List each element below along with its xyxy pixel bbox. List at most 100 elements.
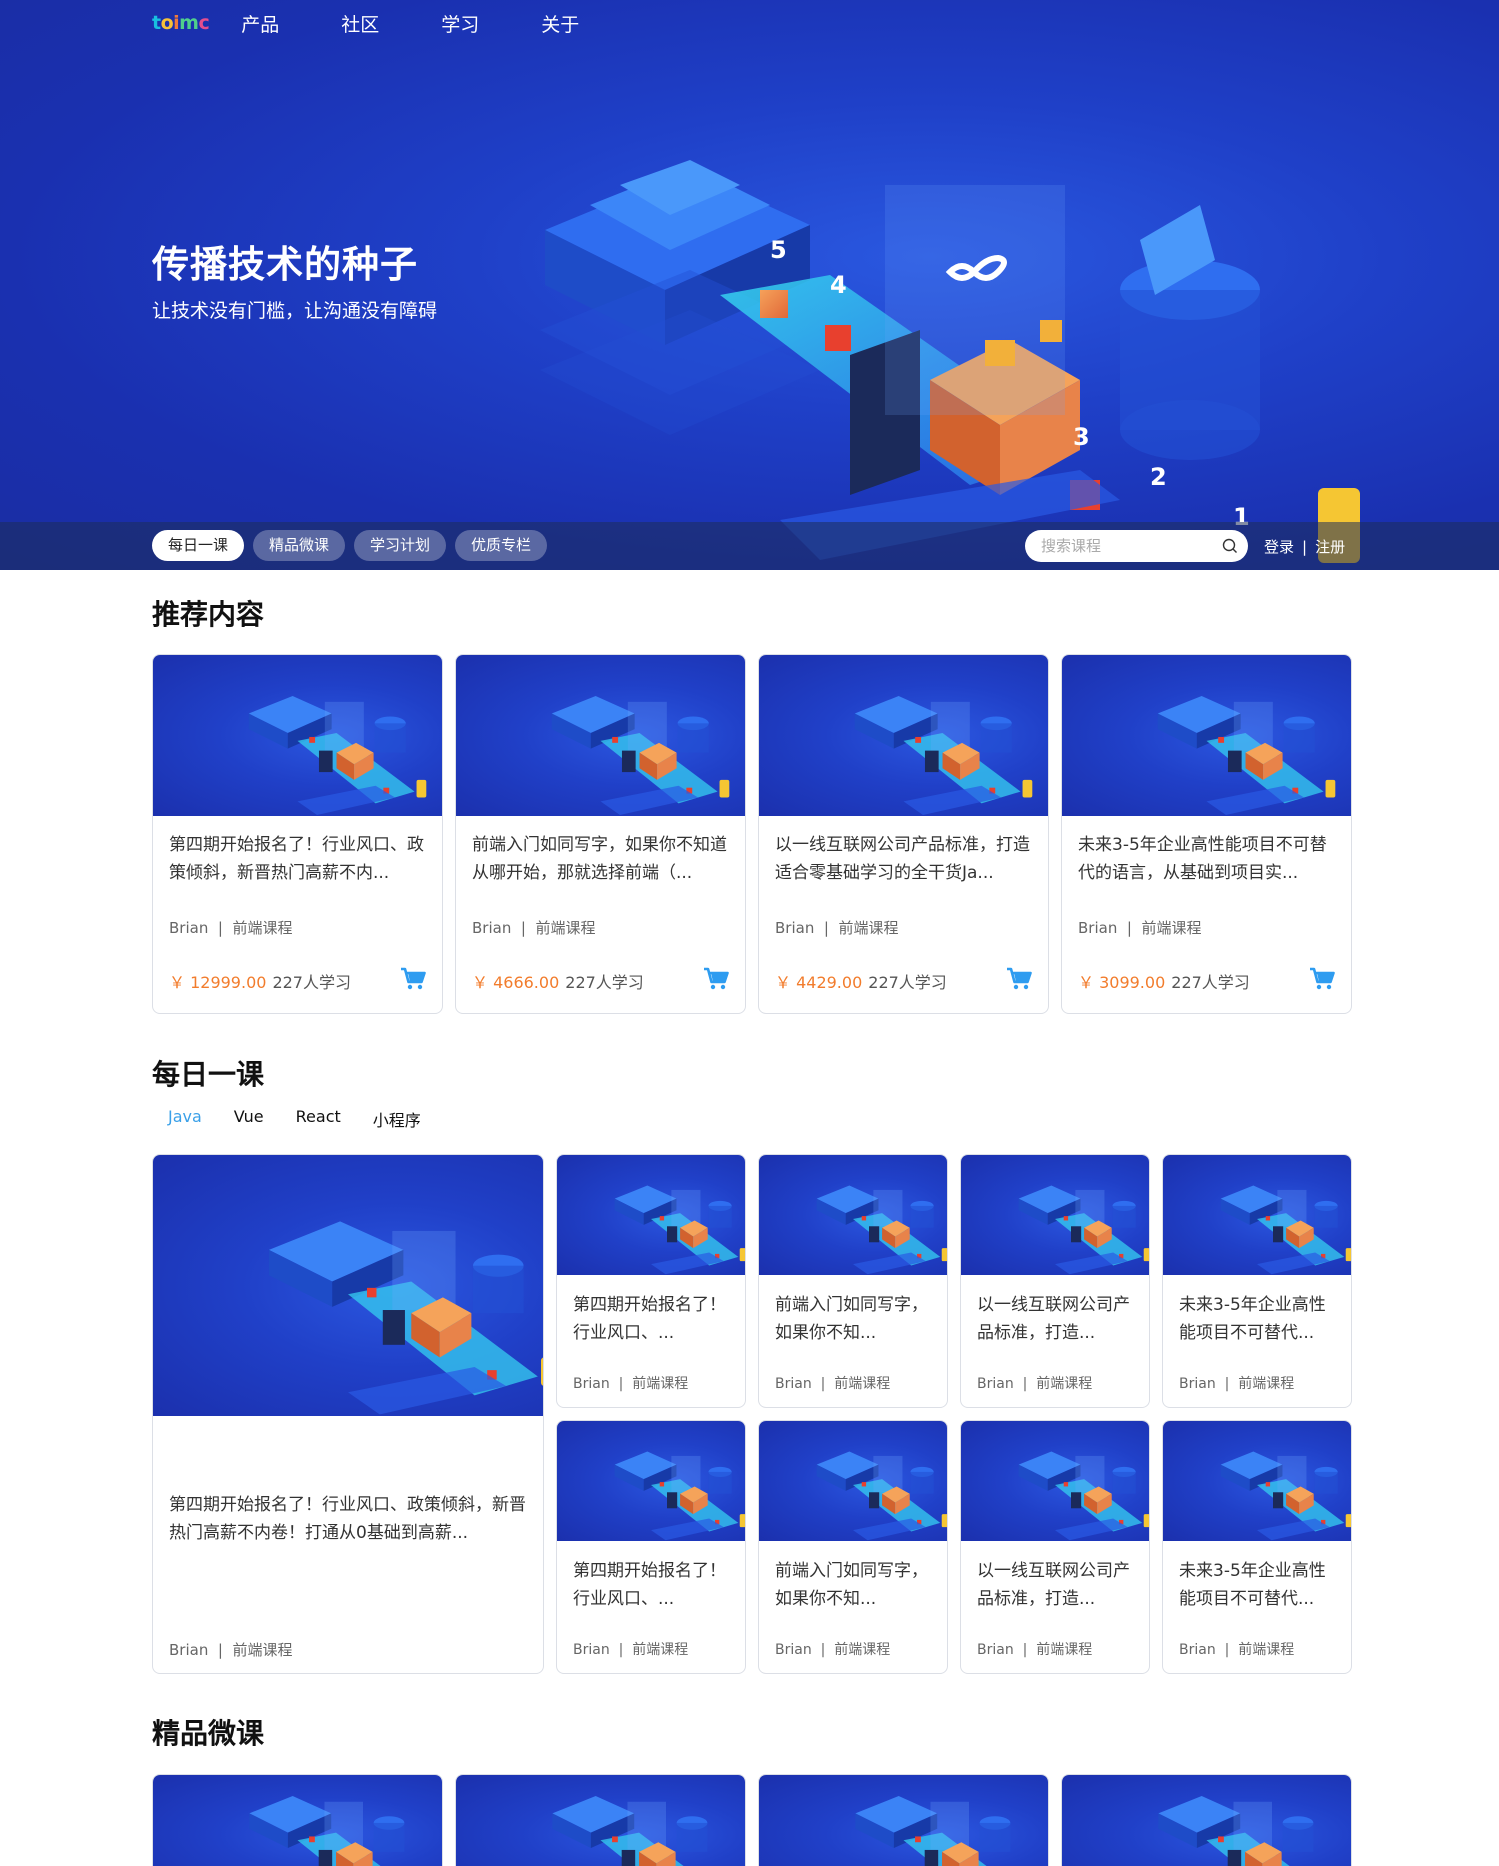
course-price: ￥ 3099.00 — [1078, 973, 1166, 992]
course-title: 前端入门如同写字，如果你不知... — [775, 1561, 928, 1609]
pill-study-plan[interactable]: 学习计划 — [354, 530, 447, 561]
price-row: ￥ 4666.00 227人学习 — [472, 969, 644, 993]
logo[interactable]: toimc — [152, 12, 210, 34]
course-title: 以一线互联网公司产品标准，打造适合零基础学习的全干货Ja... — [775, 835, 1030, 883]
tab-vue[interactable]: Vue — [234, 1107, 264, 1131]
course-meta: Brian | 前端课程 — [775, 919, 899, 937]
course-thumbnail — [759, 1155, 947, 1275]
course-meta: Brian | 前端课程 — [977, 1376, 1093, 1392]
course-meta: Brian | 前端课程 — [775, 1642, 891, 1658]
course-card[interactable] — [152, 1774, 443, 1866]
section-title-recommended: 推荐内容 — [152, 598, 265, 631]
hero-title: 传播技术的种子 — [152, 243, 418, 286]
login-link[interactable]: 登录 — [1264, 536, 1294, 557]
course-price: ￥ 12999.00 — [169, 973, 267, 992]
cart-icon[interactable] — [1006, 967, 1032, 991]
course-card[interactable]: 第四期开始报名了！行业风口、政策倾斜，新晋热门高薪不内... Brian | 前… — [152, 654, 443, 1014]
nav-link-about[interactable]: 关于 — [541, 10, 579, 37]
course-title: 未来3-5年企业高性能项目不可替代... — [1179, 1295, 1326, 1343]
course-card[interactable] — [758, 1774, 1049, 1866]
category-pills: 每日一课 精品微课 学习计划 优质专栏 — [152, 530, 548, 561]
tab-java[interactable]: Java — [168, 1107, 202, 1131]
learner-count: 227人学习 — [1171, 973, 1250, 992]
hero-banner: 5 4 3 2 1 toimc 产品 社区 学习 关于 传播技术的种子 让技术没… — [0, 0, 1499, 570]
course-price: ￥ 4666.00 — [472, 973, 560, 992]
nav-link-learn[interactable]: 学习 — [441, 10, 479, 37]
price-row: ￥ 12999.00 227人学习 — [169, 969, 351, 993]
tab-react[interactable]: React — [296, 1107, 341, 1131]
cart-icon[interactable] — [703, 967, 729, 991]
course-title: 前端入门如同写字，如果你不知道从哪开始，那就选择前端（... — [472, 835, 727, 883]
course-meta: Brian | 前端课程 — [573, 1376, 689, 1392]
course-thumbnail — [153, 1155, 543, 1416]
course-meta: Brian | 前端课程 — [1078, 919, 1202, 937]
course-card[interactable]: 前端入门如同写字，如果你不知道从哪开始，那就选择前端（... Brian | 前… — [455, 654, 746, 1014]
learner-count: 227人学习 — [565, 973, 644, 992]
course-thumbnail — [961, 1155, 1149, 1275]
course-card[interactable]: 未来3-5年企业高性能项目不可替代... Brian | 前端课程 — [1162, 1420, 1352, 1674]
course-title: 以一线互联网公司产品标准，打造... — [977, 1561, 1130, 1609]
tab-miniprogram[interactable]: 小程序 — [373, 1107, 421, 1131]
cart-icon[interactable] — [1309, 967, 1335, 991]
course-thumbnail — [759, 1421, 947, 1541]
course-title: 第四期开始报名了！行业风口、... — [573, 1295, 726, 1343]
course-card[interactable]: 第四期开始报名了！行业风口、... Brian | 前端课程 — [556, 1420, 746, 1674]
course-thumbnail — [759, 655, 1048, 816]
course-meta: Brian | 前端课程 — [1179, 1642, 1295, 1658]
art-number-5: 5 — [770, 236, 787, 264]
featured-course-card[interactable]: 第四期开始报名了！行业风口、政策倾斜，新晋热门高薪不内卷！打通从0基础到高薪..… — [152, 1154, 544, 1674]
register-link[interactable]: 注册 — [1315, 536, 1345, 557]
art-number-3: 3 — [1073, 423, 1090, 451]
nav-link-community[interactable]: 社区 — [341, 10, 379, 37]
course-meta: Brian | 前端课程 — [472, 919, 596, 937]
course-thumbnail — [961, 1421, 1149, 1541]
learner-count: 227人学习 — [272, 973, 351, 992]
course-meta: Brian | 前端课程 — [169, 1641, 293, 1659]
course-thumbnail — [456, 1775, 745, 1866]
search-box — [1025, 530, 1248, 562]
course-thumbnail — [153, 1775, 442, 1866]
course-card[interactable]: 未来3-5年企业高性能项目不可替代... Brian | 前端课程 — [1162, 1154, 1352, 1408]
course-title: 未来3-5年企业高性能项目不可替代的语言，从基础到项目实... — [1078, 835, 1327, 883]
course-card[interactable] — [455, 1774, 746, 1866]
pill-quality-column[interactable]: 优质专栏 — [455, 530, 548, 561]
course-card[interactable]: 前端入门如同写字，如果你不知... Brian | 前端课程 — [758, 1420, 948, 1674]
art-number-4: 4 — [830, 271, 847, 299]
course-thumbnail — [1163, 1155, 1351, 1275]
section-title-premium: 精品微课 — [152, 1717, 265, 1750]
course-card[interactable]: 以一线互联网公司产品标准，打造适合零基础学习的全干货Ja... Brian | … — [758, 654, 1049, 1014]
course-card[interactable]: 以一线互联网公司产品标准，打造... Brian | 前端课程 — [960, 1420, 1150, 1674]
course-title: 以一线互联网公司产品标准，打造... — [977, 1295, 1130, 1343]
course-meta: Brian | 前端课程 — [1179, 1376, 1295, 1392]
search-icon[interactable] — [1222, 538, 1238, 554]
course-thumbnail — [1062, 655, 1351, 816]
section-title-daily: 每日一课 — [152, 1058, 265, 1091]
course-card[interactable]: 以一线互联网公司产品标准，打造... Brian | 前端课程 — [960, 1154, 1150, 1408]
course-title: 第四期开始报名了！行业风口、政策倾斜，新晋热门高薪不内卷！打通从0基础到高薪..… — [169, 1495, 526, 1543]
nav-link-product[interactable]: 产品 — [241, 10, 279, 37]
course-title: 未来3-5年企业高性能项目不可替代... — [1179, 1561, 1326, 1609]
course-thumbnail — [153, 655, 442, 816]
course-card[interactable]: 第四期开始报名了！行业风口、... Brian | 前端课程 — [556, 1154, 746, 1408]
course-card[interactable]: 前端入门如同写字，如果你不知... Brian | 前端课程 — [758, 1154, 948, 1408]
price-row: ￥ 4429.00 227人学习 — [775, 969, 947, 993]
course-meta: Brian | 前端课程 — [169, 919, 293, 937]
art-number-2: 2 — [1150, 463, 1167, 491]
search-input[interactable] — [1041, 530, 1211, 562]
auth-links: 登录 | 注册 — [1264, 536, 1345, 557]
course-title: 前端入门如同写字，如果你不知... — [775, 1295, 928, 1343]
course-card[interactable]: 未来3-5年企业高性能项目不可替代的语言，从基础到项目实... Brian | … — [1061, 654, 1352, 1014]
course-card[interactable] — [1061, 1774, 1352, 1866]
hero-subtitle: 让技术没有门槛，让沟通没有障碍 — [152, 300, 438, 322]
price-row: ￥ 3099.00 227人学习 — [1078, 969, 1250, 993]
course-thumbnail — [1163, 1421, 1351, 1541]
course-thumbnail — [456, 655, 745, 816]
daily-tabs: Java Vue React 小程序 — [168, 1107, 421, 1131]
cart-icon[interactable] — [400, 967, 426, 991]
pill-premium-lesson[interactable]: 精品微课 — [253, 530, 346, 561]
course-meta: Brian | 前端课程 — [573, 1642, 689, 1658]
auth-separator: | — [1302, 537, 1308, 556]
course-meta: Brian | 前端课程 — [775, 1376, 891, 1392]
course-price: ￥ 4429.00 — [775, 973, 863, 992]
pill-daily-lesson[interactable]: 每日一课 — [152, 530, 245, 561]
